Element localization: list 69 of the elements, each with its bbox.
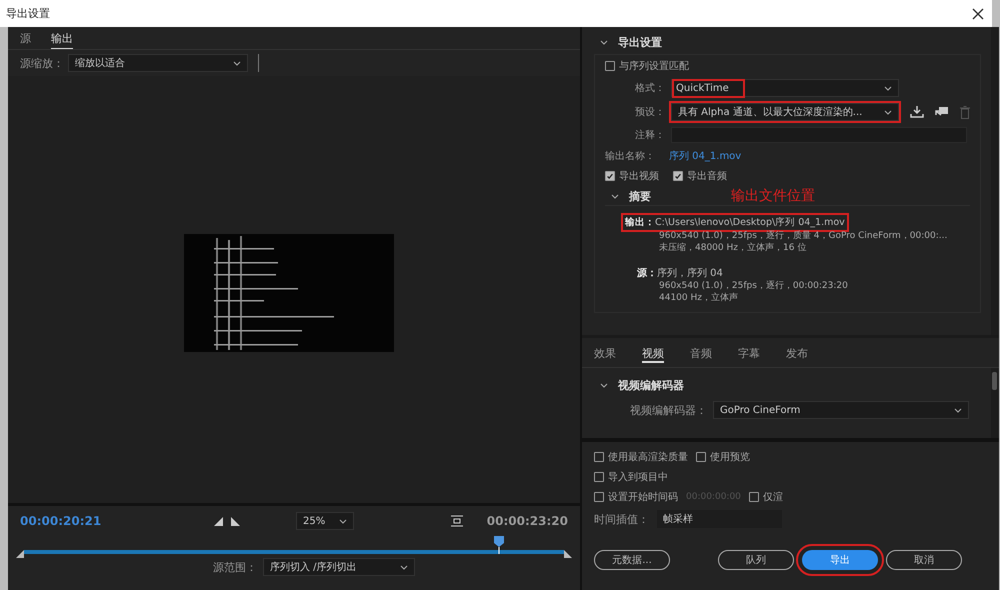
field-label: 时间插值：: [594, 512, 649, 526]
tab[interactable]: 发布: [786, 346, 808, 363]
checkbox[interactable]: 与序列设置匹配: [605, 59, 970, 73]
field-label: 视频编解码器：: [630, 402, 707, 418]
chevron-icon[interactable]: [954, 408, 962, 412]
chevron-icon[interactable]: [884, 86, 892, 90]
import-preset-icon[interactable]: [935, 106, 949, 118]
in-point-icon[interactable]: [16, 550, 24, 558]
chevron-icon[interactable]: [339, 518, 347, 524]
checkbox[interactable]: 导入到项目中: [594, 470, 668, 484]
section-title: 导出设置: [618, 35, 662, 50]
field-label: 预设：: [634, 106, 665, 119]
chevron-icon[interactable]: [600, 40, 608, 45]
tab[interactable]: 源: [20, 31, 31, 49]
checkbox[interactable]: 导出音频: [673, 169, 727, 183]
output-path-line: 输出：C:\Users\lenovo\Desktop\序列 04_1.mov: [623, 215, 847, 230]
field-label: 格式：: [634, 82, 665, 95]
mark-in-icon[interactable]: [214, 516, 223, 526]
zoom-dropdown[interactable]: 25%: [296, 512, 354, 530]
scrollbar[interactable]: [992, 372, 997, 390]
interpolation-dropdown[interactable]: 帧采样: [657, 510, 782, 528]
out-point-icon[interactable]: [564, 550, 572, 558]
field-label: 注释：: [634, 128, 665, 142]
summary-line: 44100 Hz，立体声: [658, 292, 739, 304]
playhead[interactable]: [494, 536, 504, 554]
preset-dropdown[interactable]: 具有 Alpha 通道、以最大位深度渲染的...: [671, 103, 899, 121]
chevron-icon[interactable]: [400, 564, 408, 570]
window-title: 导出设置: [6, 6, 50, 21]
tab[interactable]: 视频: [642, 346, 664, 363]
checkmark-icon[interactable]: [606, 172, 614, 181]
source-range-dropdown[interactable]: 序列切入 /序列切出: [263, 558, 415, 576]
summary-line: 序列，序列 04: [657, 266, 723, 280]
dialog-button[interactable]: 队列: [718, 550, 794, 570]
summary-line: 未压缩，48000 Hz，立体声，16 位: [658, 242, 808, 254]
checkbox[interactable]: 使用最高渲染质量: [594, 450, 688, 464]
checkbox[interactable]: 导出视频: [605, 169, 659, 183]
checkbox[interactable]: 仅渲: [748, 490, 783, 504]
chevron-icon[interactable]: [611, 194, 619, 198]
format-dropdown[interactable]: QuickTime: [671, 79, 899, 97]
tab[interactable]: 输出: [51, 31, 73, 49]
fit-icon[interactable]: [450, 515, 464, 527]
dialog-button[interactable]: 取消: [886, 550, 962, 570]
section-title: 摘要: [629, 188, 651, 204]
dialog-button[interactable]: 元数据...: [594, 550, 670, 570]
mark-out-icon[interactable]: [231, 516, 240, 526]
output-name-link[interactable]: 序列 04_1.mov: [669, 149, 742, 163]
summary-label: 源：: [637, 266, 657, 280]
field-label: 输出名称：: [605, 150, 655, 163]
chevron-icon[interactable]: [600, 383, 608, 388]
tab[interactable]: 字幕: [738, 346, 760, 363]
close-icon[interactable]: [972, 8, 984, 20]
checkbox[interactable]: 设置开始时间码: [594, 490, 678, 504]
scaling-dropdown[interactable]: 缩放以适合: [68, 54, 248, 72]
checkbox[interactable]: 使用预览: [696, 450, 750, 464]
annotation-text: 输出文件位置: [731, 187, 815, 205]
tab[interactable]: 效果: [594, 346, 616, 363]
codec-dropdown[interactable]: GoPro CineForm: [713, 401, 969, 419]
summary-line: 960x540 (1.0)，25fps，逐行，质量 4，GoPro CineForm，00:00:...: [658, 230, 948, 242]
chevron-icon[interactable]: [884, 110, 892, 114]
duration-timecode: 00:00:23:20: [486, 514, 568, 528]
field-label: 源范围：: [213, 560, 257, 574]
summary-line: 960x540 (1.0)，25fps，逐行，00:00:23:20: [658, 280, 849, 292]
save-preset-icon[interactable]: [910, 106, 924, 118]
tab[interactable]: 音频: [690, 346, 712, 363]
section-title: 视频编解码器: [618, 378, 684, 393]
chevron-icon[interactable]: [233, 60, 241, 66]
checkmark-icon[interactable]: [674, 172, 682, 181]
current-timecode[interactable]: 00:00:20:21: [20, 514, 102, 528]
field-label: 源缩放：: [20, 56, 64, 70]
